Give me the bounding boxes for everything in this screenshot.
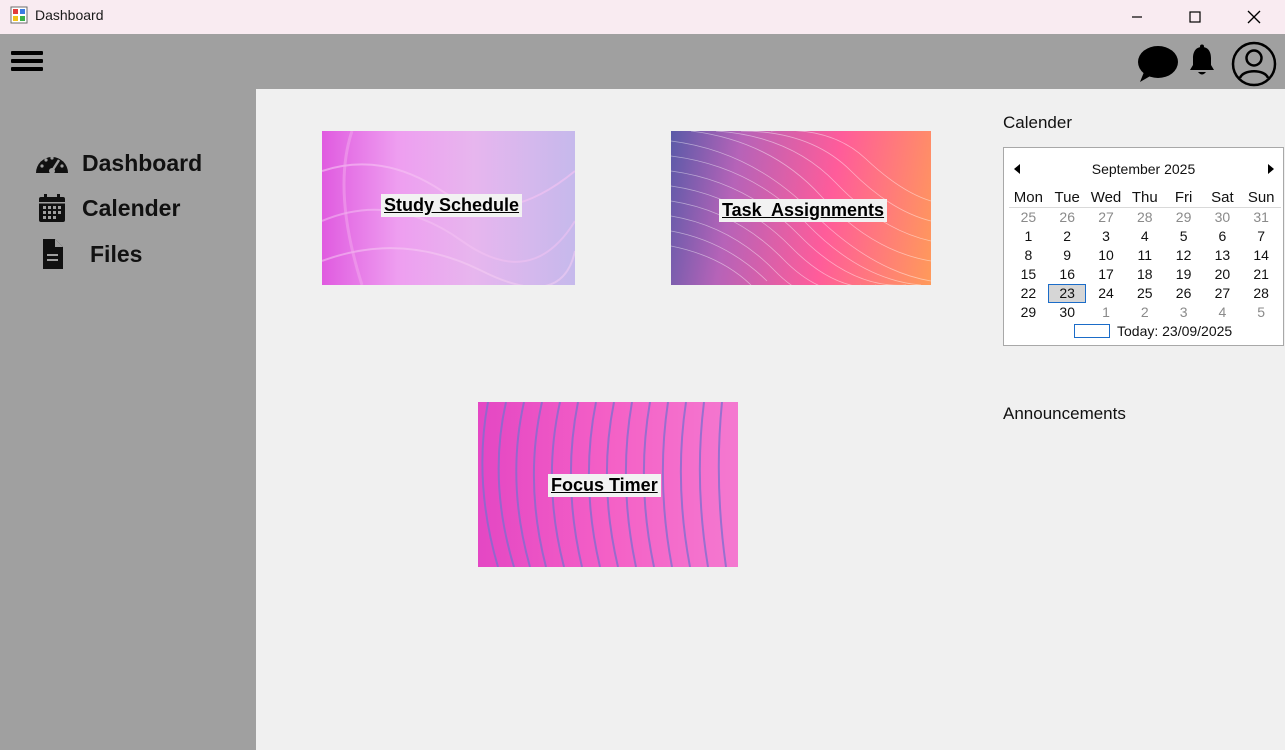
calendar-day[interactable]: 29 bbox=[1009, 303, 1048, 322]
calendar-month-label: September 2025 bbox=[1091, 161, 1196, 177]
calendar-day[interactable]: 6 bbox=[1203, 227, 1242, 246]
maximize-button[interactable] bbox=[1166, 0, 1224, 34]
weekday-label: Thu bbox=[1131, 189, 1158, 206]
focus-timer-card[interactable]: Focus Timer bbox=[478, 402, 738, 567]
calendar-day[interactable]: 28 bbox=[1125, 208, 1164, 227]
calendar-week-row: 15 16 17 18 19 20 21 bbox=[1009, 265, 1281, 284]
calendar-day[interactable]: 29 bbox=[1164, 208, 1203, 227]
calendar-day[interactable]: 2 bbox=[1048, 227, 1087, 246]
file-icon bbox=[43, 239, 63, 269]
calendar-day[interactable]: 2 bbox=[1125, 303, 1164, 322]
calendar-day[interactable]: 7 bbox=[1242, 227, 1281, 246]
calendar-day[interactable]: 30 bbox=[1203, 208, 1242, 227]
calendar-day[interactable]: 4 bbox=[1125, 227, 1164, 246]
sidebar-item-label: Calender bbox=[82, 194, 181, 221]
calendar-day[interactable]: 16 bbox=[1048, 265, 1087, 284]
top-header bbox=[0, 34, 1285, 89]
calendar-day[interactable]: 22 bbox=[1009, 284, 1048, 303]
calendar-day[interactable]: 5 bbox=[1242, 303, 1281, 322]
weekday-label: Sat bbox=[1211, 189, 1234, 206]
calendar-day[interactable]: 25 bbox=[1125, 284, 1164, 303]
task-assignments-card[interactable]: Task Assignments bbox=[671, 131, 931, 285]
window-title: Dashboard bbox=[35, 7, 104, 23]
calendar-day[interactable]: 3 bbox=[1164, 303, 1203, 322]
sidebar-item-label: Dashboard bbox=[82, 149, 203, 176]
close-icon bbox=[1247, 10, 1261, 24]
calendar-day[interactable]: 10 bbox=[1087, 246, 1126, 265]
minimize-button[interactable] bbox=[1108, 0, 1166, 34]
main-content: Study Schedule Task Assignments Focus Ti… bbox=[256, 89, 1285, 750]
calendar-day[interactable]: 1 bbox=[1087, 303, 1126, 322]
calendar-day[interactable]: 11 bbox=[1125, 246, 1164, 265]
task-assignments-label: Task Assignments bbox=[719, 199, 888, 222]
calendar-week-row: 8 9 10 11 12 13 14 bbox=[1009, 246, 1281, 265]
chat-bubble-icon[interactable] bbox=[1136, 44, 1180, 84]
today-indicator-icon bbox=[1074, 324, 1110, 338]
calendar-day[interactable]: 17 bbox=[1087, 265, 1126, 284]
calendar-day[interactable]: 1 bbox=[1009, 227, 1048, 246]
calendar-grid: Mon Tue Wed Thu Fri Sat Sun 25 26 27 28 … bbox=[1009, 188, 1281, 322]
close-button[interactable] bbox=[1225, 0, 1283, 34]
maximize-icon bbox=[1189, 11, 1201, 23]
focus-timer-label: Focus Timer bbox=[548, 474, 661, 497]
calendar-day[interactable]: 18 bbox=[1125, 265, 1164, 284]
calendar-icon bbox=[39, 194, 65, 222]
today-label: Today: 23/09/2025 bbox=[1117, 323, 1233, 339]
calendar-day[interactable]: 26 bbox=[1048, 208, 1087, 227]
month-calendar[interactable]: September 2025 Mon Tue Wed Thu Fri Sat S… bbox=[1003, 147, 1284, 346]
hamburger-menu-icon[interactable] bbox=[11, 51, 43, 73]
sidebar-item-files[interactable]: Files bbox=[34, 237, 142, 271]
minimize-icon bbox=[1132, 16, 1142, 18]
calendar-day[interactable]: 21 bbox=[1242, 265, 1281, 284]
calendar-day[interactable]: 12 bbox=[1164, 246, 1203, 265]
user-circle-icon[interactable] bbox=[1231, 41, 1277, 87]
weekday-label: Sun bbox=[1247, 189, 1275, 206]
calendar-day[interactable]: 27 bbox=[1203, 284, 1242, 303]
calendar-day[interactable]: 13 bbox=[1203, 246, 1242, 265]
calendar-week-row: 22 23 24 25 26 27 28 bbox=[1009, 284, 1281, 303]
calendar-day[interactable]: 14 bbox=[1242, 246, 1281, 265]
weekday-header-row: Mon Tue Wed Thu Fri Sat Sun bbox=[1009, 188, 1281, 208]
calendar-day[interactable]: 4 bbox=[1203, 303, 1242, 322]
calendar-day[interactable]: 24 bbox=[1087, 284, 1126, 303]
app-window-icon bbox=[10, 6, 28, 24]
calendar-day[interactable]: 20 bbox=[1203, 265, 1242, 284]
bell-icon[interactable] bbox=[1187, 44, 1217, 78]
calendar-day[interactable]: 26 bbox=[1164, 284, 1203, 303]
weekday-label: Mon bbox=[1013, 189, 1043, 206]
sidebar: Dashboard Calender Files bbox=[0, 89, 256, 750]
calendar-week-row: 29 30 1 2 3 4 5 bbox=[1009, 303, 1281, 322]
calendar-day[interactable]: 27 bbox=[1087, 208, 1126, 227]
window-titlebar: Dashboard bbox=[0, 0, 1285, 34]
calendar-day[interactable]: 19 bbox=[1164, 265, 1203, 284]
sidebar-item-label: Files bbox=[90, 240, 143, 267]
calendar-week-row: 1 2 3 4 5 6 7 bbox=[1009, 227, 1281, 246]
calender-heading: Calender bbox=[1003, 113, 1072, 132]
calendar-day[interactable]: 3 bbox=[1087, 227, 1126, 246]
weekday-label: Fri bbox=[1174, 189, 1193, 206]
sidebar-item-calender[interactable]: Calender bbox=[34, 193, 180, 223]
selected-day-label: 23 bbox=[1048, 284, 1087, 303]
calendar-day[interactable]: 9 bbox=[1048, 246, 1087, 265]
speedometer-icon bbox=[36, 156, 68, 174]
calendar-day[interactable]: 25 bbox=[1009, 208, 1048, 227]
sidebar-item-dashboard[interactable]: Dashboard bbox=[34, 149, 202, 177]
calendar-day-selected[interactable]: 23 bbox=[1048, 284, 1087, 303]
next-month-arrow-icon[interactable] bbox=[1268, 164, 1274, 174]
calendar-week-row: 25 26 27 28 29 30 31 bbox=[1009, 208, 1281, 227]
announcements-heading: Announcements bbox=[1003, 404, 1126, 423]
calendar-day[interactable]: 5 bbox=[1164, 227, 1203, 246]
weekday-label: Wed bbox=[1090, 189, 1122, 206]
study-schedule-label: Study Schedule bbox=[381, 194, 523, 217]
calendar-day[interactable]: 30 bbox=[1048, 303, 1087, 322]
calendar-today-link[interactable]: Today: 23/09/2025 bbox=[1074, 323, 1232, 339]
calendar-day[interactable]: 15 bbox=[1009, 265, 1048, 284]
calendar-day[interactable]: 31 bbox=[1242, 208, 1281, 227]
calendar-day[interactable]: 8 bbox=[1009, 246, 1048, 265]
study-schedule-card[interactable]: Study Schedule bbox=[322, 131, 575, 285]
calendar-day[interactable]: 28 bbox=[1242, 284, 1281, 303]
weekday-label: Tue bbox=[1054, 189, 1080, 206]
